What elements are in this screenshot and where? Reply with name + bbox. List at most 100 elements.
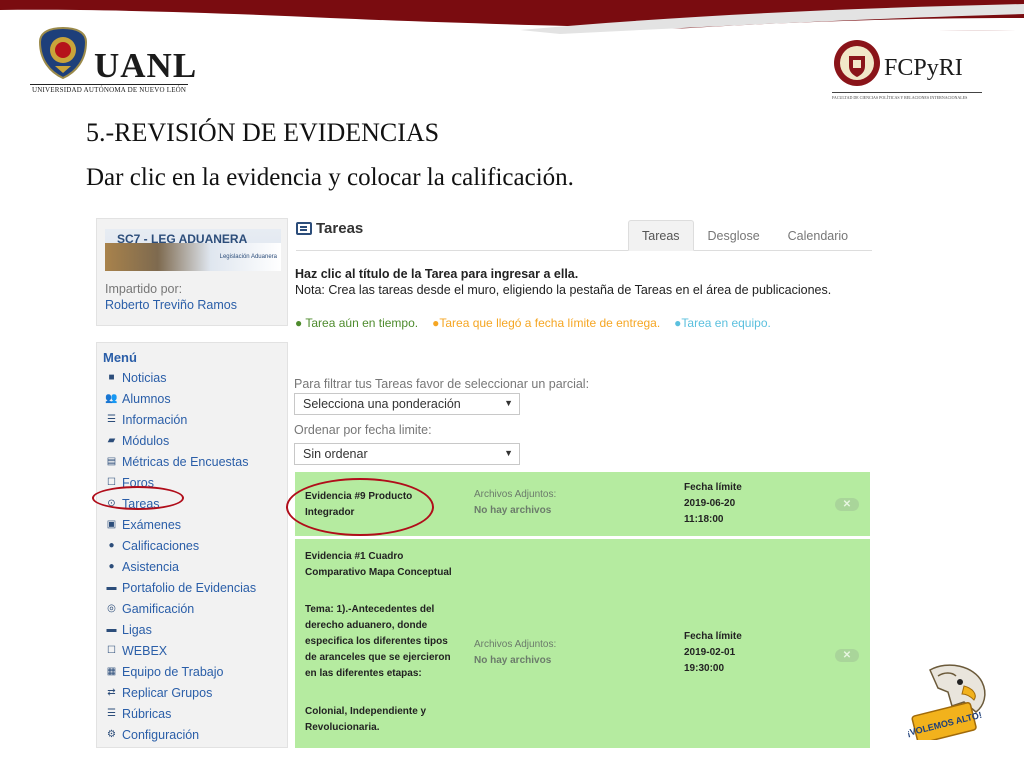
menu-item-noticias[interactable]: ■ Noticias <box>105 367 256 388</box>
status-legend: ● Tarea aún en tiempo. ●Tarea que llegó a… <box>295 316 785 330</box>
page-title-text: Tareas <box>316 220 364 237</box>
fcpyri-rule <box>832 92 982 93</box>
replicate-icon: ⇄ <box>107 686 116 698</box>
menu-item-label: Equipo de Trabajo <box>122 664 224 679</box>
menu-item-asistencia[interactable]: ● Asistencia <box>105 556 256 577</box>
menu-item-label: Métricas de Encuestas <box>122 454 249 469</box>
menu-item-label: Gamificación <box>122 601 195 616</box>
course-banner-image: Legislación Aduanera <box>105 243 281 271</box>
course-banner-caption: Legislación Aduanera <box>219 254 277 260</box>
legend-item: ●Tarea que llegó a fecha límite de entre… <box>432 316 661 330</box>
menu-item-replicar-grupos[interactable]: ⇄ Replicar Grupos <box>105 682 256 703</box>
menu-item-tareas[interactable]: ⊙ Tareas <box>105 493 256 514</box>
uanl-seal-icon <box>38 26 88 80</box>
clock-icon: ⊙ <box>107 497 116 509</box>
tab-desglose[interactable]: Desglose <box>693 220 774 251</box>
page-title: Tareas <box>296 220 363 237</box>
menu-item-label: Portafolio de Evidencias <box>122 580 257 595</box>
users-icon: 👥 <box>105 392 118 404</box>
exam-icon: ▣ <box>106 518 117 530</box>
menu-list: ■ Noticias 👥 Alumnos ☰ Información ▰ Módulos ▤ Mé… <box>105 367 256 745</box>
menu-item-label: Alumnos <box>122 391 171 406</box>
close-icon[interactable]: ✕ <box>835 649 859 662</box>
order-label: Ordenar por fecha limite: <box>294 423 432 437</box>
check-circle-icon: ● <box>108 539 115 551</box>
course-card[interactable]: SC7 - LEG ADUANERA Legislación Aduanera … <box>96 218 288 326</box>
fcpyri-subtitle: FACULTAD DE CIENCIAS POLÍTICAS Y RELACIO… <box>832 95 968 100</box>
pin-icon: ● <box>108 560 115 572</box>
menu-item-label: Foros <box>122 475 154 490</box>
close-icon[interactable]: ✕ <box>835 498 859 511</box>
gear-icon: ⚙ <box>107 728 116 740</box>
menu-title: Menú <box>103 350 137 365</box>
chevron-down-icon: ▼ <box>504 398 513 408</box>
news-icon: ■ <box>108 371 115 383</box>
modules-icon: ▰ <box>107 434 116 446</box>
menu-item-alumnos[interactable]: 👥 Alumnos <box>105 388 256 409</box>
rubric-icon: ☰ <box>107 707 116 719</box>
task-topic: Tema: 1).-Antecedentes del derecho aduan… <box>305 604 451 679</box>
task-card[interactable]: Evidencia #9 Producto Integrador Archivo… <box>295 472 870 536</box>
menu-item-rúbricas[interactable]: ☰ Rúbricas <box>105 703 256 724</box>
menu-item-label: Rúbricas <box>122 706 172 721</box>
menu-item-foros[interactable]: ☐ Foros <box>105 472 256 493</box>
tasks-icon <box>296 222 312 235</box>
menu-item-label: Ligas <box>122 622 152 637</box>
list-icon: ☰ <box>107 413 116 425</box>
briefcase-icon: ▬ <box>106 581 117 593</box>
legend-item: ● Tarea aún en tiempo. <box>295 316 419 330</box>
task-card[interactable]: Evidencia #1 Cuadro Comparativo Mapa Con… <box>295 539 870 748</box>
fcpyri-seal-icon <box>834 40 880 86</box>
course-menu: Menú ■ Noticias 👥 Alumnos ☰ Información ▰ Módul… <box>96 342 288 748</box>
menu-item-label: Calificaciones <box>122 538 200 553</box>
attachments-label: Archivos Adjuntos: <box>474 639 557 650</box>
attachments-value: No hay archivos <box>474 505 552 516</box>
menu-item-gamificación[interactable]: ◎ Gamificación <box>105 598 256 619</box>
menu-item-label: Exámenes <box>122 517 182 532</box>
menu-item-webex[interactable]: ☐ WEBEX <box>105 640 256 661</box>
due-date: 2019-02-01 <box>684 647 736 658</box>
eagle-mascot-icon: ¡VOLEMOS ALTO! <box>908 664 986 740</box>
ponderacion-select[interactable]: Selecciona una ponderación ▼ <box>294 393 520 415</box>
tab-bar: Tareas Desglose Calendario <box>628 220 863 251</box>
chevron-down-icon: ▼ <box>504 448 513 458</box>
fcpyri-wordmark: FCPyRI <box>884 55 963 81</box>
menu-item-exámenes[interactable]: ▣ Exámenes <box>105 514 256 535</box>
menu-item-label: Asistencia <box>122 559 179 574</box>
tab-tareas[interactable]: Tareas <box>628 220 694 251</box>
uanl-rule <box>30 84 188 85</box>
attachments-label: Archivos Adjuntos: <box>474 489 557 500</box>
uanl-logo: UANL UNIVERSIDAD AUTÓNOMA DE NUEVO LEÓN <box>30 26 210 100</box>
menu-item-métricas-de-encuestas[interactable]: ▤ Métricas de Encuestas <box>105 451 256 472</box>
webex-icon: ☐ <box>107 644 116 656</box>
order-select[interactable]: Sin ordenar ▼ <box>294 443 520 465</box>
menu-item-portafolio-de-evidencias[interactable]: ▬ Portafolio de Evidencias <box>105 577 257 598</box>
menu-item-módulos[interactable]: ▰ Módulos <box>105 430 256 451</box>
attachments-value: No hay archivos <box>474 655 552 666</box>
gamepad-icon: ◎ <box>107 602 116 614</box>
filter-label: Para filtrar tus Tareas favor de selecci… <box>294 377 590 391</box>
menu-item-calificaciones[interactable]: ● Calificaciones <box>105 535 256 556</box>
due-time: 11:18:00 <box>684 514 724 525</box>
menu-item-label: Tareas <box>122 496 160 511</box>
menu-item-label: Módulos <box>122 433 170 448</box>
menu-item-label: Información <box>122 412 188 427</box>
teacher-name[interactable]: Roberto Treviño Ramos <box>105 298 237 312</box>
menu-item-ligas[interactable]: ▬ Ligas <box>105 619 256 640</box>
menu-item-equipo-de-trabajo[interactable]: ▦ Equipo de Trabajo <box>105 661 256 682</box>
menu-item-configuración[interactable]: ⚙ Configuración <box>105 724 256 745</box>
ponderacion-select-value: Selecciona una ponderación <box>303 397 461 411</box>
team-icon: ▦ <box>106 665 117 677</box>
due-label: Fecha límite <box>684 631 742 642</box>
task-topic-extra: Colonial, Independiente y Revolucionaria… <box>305 706 427 733</box>
task-title-link[interactable]: Evidencia #1 Cuadro Comparativo Mapa Con… <box>305 549 455 581</box>
menu-item-información[interactable]: ☰ Información <box>105 409 256 430</box>
tab-calendario[interactable]: Calendario <box>773 220 863 251</box>
task-title-link[interactable]: Evidencia #9 Producto Integrador <box>305 489 455 521</box>
taught-by-label: Impartido por: <box>105 282 183 296</box>
uanl-subtitle: UNIVERSIDAD AUTÓNOMA DE NUEVO LEÓN <box>32 86 187 94</box>
forum-icon: ☐ <box>107 476 116 488</box>
slide-subheading: Dar clic en la evidencia y colocar la ca… <box>86 164 574 191</box>
instruction-text: Haz clic al título de la Tarea para ingr… <box>295 267 579 281</box>
link-icon: ▬ <box>106 623 117 635</box>
